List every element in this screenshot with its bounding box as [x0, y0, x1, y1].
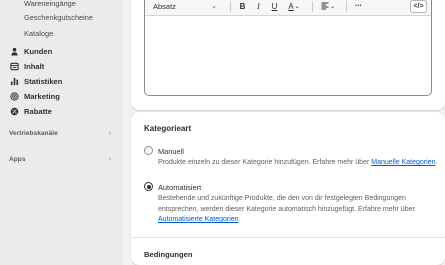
category-type-card: Kategorieart Manuell Produkte einzeln zu…	[131, 112, 445, 265]
toolbar-divider	[312, 0, 313, 12]
sidebar-section-vertriebskanaele[interactable]: Vertriebskanäle ›	[9, 127, 111, 139]
category-type-title: Kategorieart	[144, 124, 192, 133]
target-icon	[9, 92, 19, 102]
sidebar: Wareneingänge Geschenkgutscheine Katalog…	[0, 0, 123, 265]
sidebar-item-label: Inhalt	[24, 62, 45, 71]
sidebar-item-label: Rabatte	[24, 107, 52, 116]
toolbar-divider	[230, 0, 231, 12]
manuelle-kategorien-link[interactable]: Manuelle Kategorien	[371, 159, 435, 166]
sidebar-item-inhalt[interactable]: Inhalt	[9, 60, 44, 73]
sidebar-subitem-kataloge[interactable]: Kataloge	[24, 29, 53, 38]
underline-button[interactable]: U	[268, 0, 281, 13]
sidebar-item-marketing[interactable]: Marketing	[9, 90, 60, 103]
format-select-value: Absatz	[153, 1, 176, 11]
radio-manuell[interactable]	[144, 146, 153, 155]
chevron-right-icon: ›	[108, 129, 111, 137]
manuell-help-text: Produkte einzeln zu dieser Kategorie hin…	[158, 158, 445, 169]
align-left-icon	[321, 2, 329, 10]
text-color-icon: A	[288, 1, 294, 11]
help-suffix: .	[238, 216, 241, 223]
rich-text-editor: Absatz ⌄ B I U A ⌄ ⌄ ••• </>	[144, 0, 432, 96]
description-card: Absatz ⌄ B I U A ⌄ ⌄ ••• </>	[131, 0, 445, 110]
text-color-button[interactable]: A ⌄	[284, 0, 304, 13]
automatisiert-help-text: Bestehende und zukünftige Produkte, die …	[158, 194, 445, 226]
radio-automatisiert[interactable]	[144, 182, 153, 191]
sidebar-item-rabatte[interactable]: Rabatte	[9, 105, 52, 118]
format-select[interactable]: Absatz ⌄	[153, 2, 217, 11]
person-icon	[9, 47, 19, 57]
sidebar-subitem-wareneingaenge[interactable]: Wareneingänge	[24, 0, 76, 8]
sidebar-item-label: Marketing	[24, 92, 60, 101]
conditions-title: Bedingungen	[144, 250, 193, 259]
italic-button[interactable]: I	[252, 0, 265, 13]
toolbar-divider	[346, 0, 347, 12]
bold-button[interactable]: B	[236, 0, 249, 13]
radio-label-automatisiert[interactable]: Automatisiert	[158, 183, 201, 192]
help-text: Produkte einzeln zu dieser Kategorie hin…	[158, 159, 372, 166]
discount-icon	[9, 107, 19, 117]
align-button[interactable]: ⌄	[318, 0, 338, 13]
bar-chart-icon	[9, 77, 19, 87]
sidebar-section-label: Apps	[9, 155, 26, 163]
help-suffix: .	[435, 159, 438, 166]
chevron-down-icon: ⌄	[294, 3, 300, 10]
chevron-down-icon: ⌄	[211, 3, 217, 10]
code-view-button[interactable]: </>	[410, 0, 427, 13]
chevron-down-icon: ⌄	[329, 3, 336, 10]
sidebar-item-label: Kunden	[24, 47, 53, 56]
sidebar-section-apps[interactable]: Apps ›	[9, 153, 111, 165]
sidebar-item-statistiken[interactable]: Statistiken	[9, 75, 62, 88]
radio-label-manuell[interactable]: Manuell	[158, 147, 184, 156]
chevron-right-icon: ›	[108, 155, 111, 163]
content-icon	[9, 62, 19, 72]
sidebar-subitem-geschenkgutscheine[interactable]: Geschenkgutscheine	[24, 13, 93, 22]
sidebar-section-label: Vertriebskanäle	[9, 129, 58, 137]
editor-toolbar: Absatz ⌄ B I U A ⌄ ⌄ ••• </>	[145, 0, 431, 16]
more-button[interactable]: •••	[352, 0, 365, 13]
sidebar-item-label: Statistiken	[24, 77, 63, 86]
automatisierte-kategorien-link[interactable]: Automatisierte Kategorien	[158, 216, 239, 223]
help-text: Bestehende und zukünftige Produkte, die …	[158, 195, 415, 213]
sidebar-item-kunden[interactable]: Kunden	[9, 45, 52, 58]
section-divider	[131, 237, 445, 238]
